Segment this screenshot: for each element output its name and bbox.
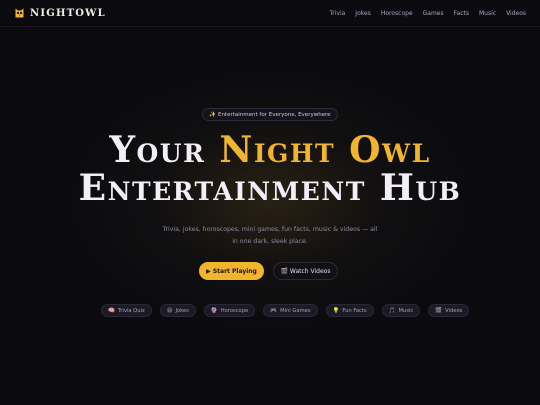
chip-label: Mini Games bbox=[280, 307, 311, 314]
owl-icon bbox=[15, 8, 24, 18]
hero-title-part1: Your bbox=[109, 129, 220, 171]
brain-icon: 🧠 bbox=[108, 307, 115, 314]
nav-trivia[interactable]: Trivia bbox=[329, 10, 345, 17]
music-note-icon: 🎵 bbox=[388, 307, 396, 314]
hero-badge: ✨ Entertainment for Everyone, Everywhere bbox=[202, 108, 338, 121]
chip-trivia-quiz[interactable]: 🧠 Trivia Quiz bbox=[101, 304, 152, 317]
chip-horoscope[interactable]: 🔮 Horoscope bbox=[203, 304, 256, 317]
chip-music[interactable]: 🎵 Music bbox=[381, 304, 421, 317]
chip-label: Music bbox=[398, 307, 414, 314]
chip-videos[interactable]: 🎬 Videos bbox=[428, 304, 470, 317]
chip-mini-games[interactable]: 🎮 Mini Games bbox=[263, 304, 318, 317]
hero-title-highlight: Night Owl bbox=[219, 129, 431, 171]
gamepad-icon: 🎮 bbox=[270, 307, 278, 314]
nav-horoscope[interactable]: Horoscope bbox=[381, 10, 413, 17]
nav-videos[interactable]: Videos bbox=[506, 10, 526, 17]
chip-fun-facts[interactable]: 💡 Fun Facts bbox=[325, 304, 374, 317]
nav-facts[interactable]: Facts bbox=[454, 10, 469, 17]
hero-subtitle: Trivia, jokes, horoscopes, mini games, f… bbox=[162, 226, 378, 245]
nav-music[interactable]: Music bbox=[479, 10, 496, 17]
top-navbar: NIGHTOWL Trivia Jokes Horoscope Games Fa… bbox=[0, 0, 540, 27]
chip-jokes[interactable]: 😄 Jokes bbox=[159, 304, 196, 317]
chip-label: Jokes bbox=[175, 307, 189, 314]
brand-logo[interactable]: NIGHTOWL bbox=[15, 8, 106, 19]
brand-name: NIGHTOWL bbox=[30, 7, 106, 19]
crystal-ball-icon: 🔮 bbox=[210, 307, 218, 314]
chip-label: Trivia Quiz bbox=[117, 307, 145, 314]
hero-title-line1: Your Night Owl bbox=[0, 131, 540, 169]
nav-games[interactable]: Games bbox=[423, 10, 444, 17]
start-playing-button[interactable]: ▶ Start Playing bbox=[199, 262, 264, 280]
chip-label: Fun Facts bbox=[342, 307, 367, 314]
chip-label: Videos bbox=[445, 307, 463, 314]
watch-videos-button[interactable]: 🎬 Watch Videos bbox=[273, 262, 338, 280]
clapperboard-icon: 🎬 bbox=[435, 307, 443, 314]
hero-title-line2: Entertainment Hub bbox=[78, 167, 462, 209]
category-chips: 🧠 Trivia Quiz 😄 Jokes 🔮 Horoscope 🎮 Mini… bbox=[101, 304, 470, 317]
lightbulb-icon: 💡 bbox=[332, 307, 340, 314]
main-nav: Trivia Jokes Horoscope Games Facts Music… bbox=[329, 10, 526, 17]
nav-jokes[interactable]: Jokes bbox=[355, 10, 371, 17]
smile-icon: 😄 bbox=[166, 307, 173, 314]
chip-label: Horoscope bbox=[220, 307, 249, 314]
hero-title: Your Night Owl Entertainment Hub bbox=[0, 131, 540, 207]
